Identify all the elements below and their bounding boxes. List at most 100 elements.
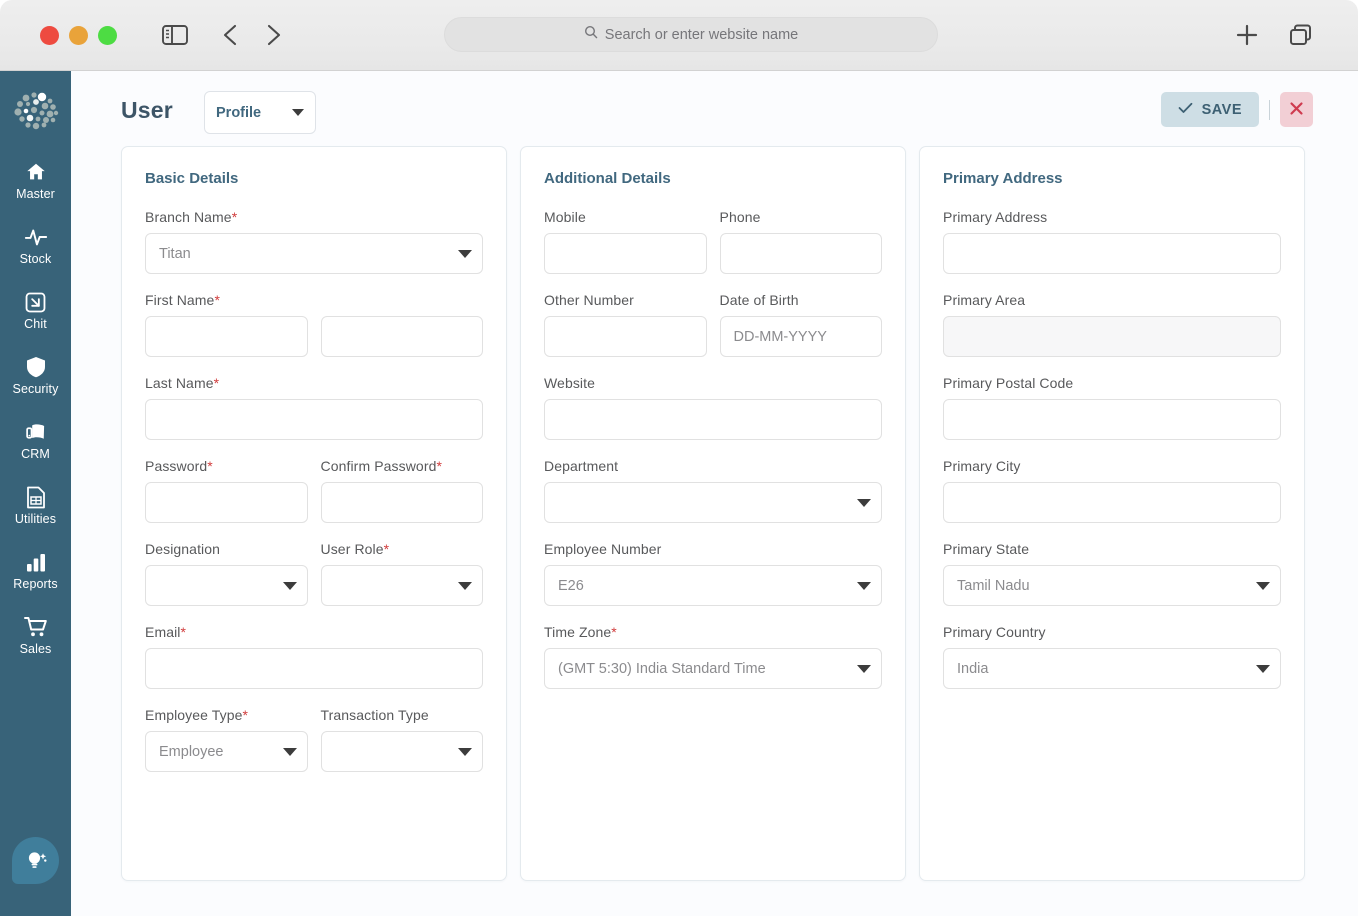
sidebar-item-crm[interactable]: CRM [0,418,71,463]
last-name-input[interactable] [145,399,483,440]
chevron-down-icon [458,747,472,756]
sidebar-item-stock[interactable]: Stock [0,223,71,268]
field-designation-pair: Designation User Role* [145,541,483,606]
required-marker: * [383,541,390,557]
chevron-left-icon[interactable] [216,20,246,50]
field-branch-name: Branch Name* Titan [145,209,483,274]
plus-icon[interactable] [1232,20,1262,50]
chevron-down-icon [282,747,297,756]
sidebar-toggle-icon[interactable] [160,22,190,48]
field-last-name: Last Name* [145,375,483,440]
field-primary-country: Primary Country India [943,624,1281,689]
sidebar-item-reports[interactable]: Reports [0,548,71,593]
close-button[interactable] [1280,92,1313,127]
sidebar-item-security[interactable]: Security [0,353,71,398]
field-label: Primary Area [943,292,1026,308]
primary-country-select[interactable]: India [943,648,1281,689]
panel-title: Additional Details [544,170,671,187]
bar-chart-icon [24,550,48,574]
date-of-birth-input[interactable]: DD-MM-YYYY [719,316,882,357]
form-panels: Basic Details Branch Name* Titan First N… [121,146,1328,881]
designation-row [145,565,483,606]
field-primary-postal-code: Primary Postal Code [943,375,1281,440]
field-label: Password* [145,458,213,474]
employee-type-select[interactable]: Employee [145,731,308,772]
mobile-input[interactable] [544,233,707,274]
email-field[interactable] [145,648,483,689]
employee-type-labels: Employee Type* Transaction Type [145,707,483,731]
required-marker: * [611,624,617,640]
primary-city-input[interactable] [943,482,1281,523]
chevron-down-icon [857,581,871,590]
chevron-down-icon [857,498,871,507]
first-name-input[interactable] [145,316,308,357]
chevron-down-icon [458,581,472,590]
maximize-window-button[interactable] [98,26,117,45]
close-window-button[interactable] [40,26,59,45]
chevron-right-icon[interactable] [258,20,288,50]
required-marker: * [207,458,213,474]
password-input[interactable] [145,482,308,523]
field-label: Primary State [943,541,1030,557]
sidebar-item-sales[interactable]: Sales [0,613,71,658]
primary-state-select[interactable]: Tamil Nadu [943,565,1281,606]
field-label: Primary Postal Code [943,375,1074,391]
document-grid-icon [24,485,48,509]
time-zone-select[interactable]: (GMT 5:30) India Standard Time [544,648,882,689]
designation-select[interactable] [145,565,308,606]
sidebar-item-master[interactable]: Master [0,158,71,203]
chevron-down-icon [292,109,304,116]
field-first-name: First Name* [145,292,483,357]
other-number-input[interactable] [544,316,707,357]
crm-icon [24,420,48,444]
lightbulb-idea-icon[interactable] [12,837,59,884]
transaction-type-select[interactable] [320,731,483,772]
dot-cluster-logo [9,88,63,136]
primary-country-value: India [957,660,989,677]
phone-input[interactable] [719,233,882,274]
pulse-icon [24,225,48,249]
user-role-select[interactable] [320,565,483,606]
minimize-window-button[interactable] [69,26,88,45]
sidebar-item-label: Master [16,187,55,201]
field-time-zone: Time Zone* (GMT 5:30) India Standard Tim… [544,624,882,689]
browser-toolbar: Search or enter website name [0,0,1358,71]
field-label: Date of Birth [719,292,799,308]
first-name-secondary-input[interactable] [320,316,483,357]
required-marker: * [213,375,220,391]
sidebar-item-chit[interactable]: Chit [0,288,71,333]
department-select[interactable] [544,482,882,523]
website-input[interactable] [544,399,882,440]
designation-labels: Designation User Role* [145,541,483,565]
primary-address-input[interactable] [943,233,1281,274]
field-other-number-pair: Other Number Date of Birth DD-MM-YYYY [544,292,882,357]
date-of-birth-placeholder: DD-MM-YYYY [733,328,827,345]
password-row [145,482,483,523]
search-icon [584,25,598,44]
browser-toolbar-actions [1232,20,1316,50]
primary-postal-code-input[interactable] [943,399,1281,440]
page-header: User Profile SAVE [71,71,1358,143]
employee-number-select[interactable]: E26 [544,565,882,606]
confirm-password-input[interactable] [320,482,483,523]
sidebar-item-utilities[interactable]: Utilities [0,483,71,528]
required-marker: * [242,707,249,723]
time-zone-value: (GMT 5:30) India Standard Time [558,660,766,677]
search-input[interactable]: Search or enter website name [444,17,938,52]
field-label: Website [544,375,596,391]
field-label: Employee Type* [145,707,249,723]
save-button[interactable]: SAVE [1160,92,1259,127]
window-traffic-lights [40,26,117,45]
branch-name-select[interactable]: Titan [145,233,483,274]
mobile-row [544,233,882,274]
sidebar-item-label: Utilities [14,512,57,526]
other-number-labels: Other Number Date of Birth [544,292,882,316]
profile-select[interactable]: Profile [204,91,316,134]
primary-area-input[interactable] [943,316,1281,357]
sidebar-item-label: Security [12,382,59,396]
field-label: Confirm Password* [320,458,443,474]
save-button-label: SAVE [1201,101,1242,118]
field-label: Phone [719,209,761,225]
resize-frame-icon [24,290,48,314]
tab-overview-icon[interactable] [1286,20,1316,50]
